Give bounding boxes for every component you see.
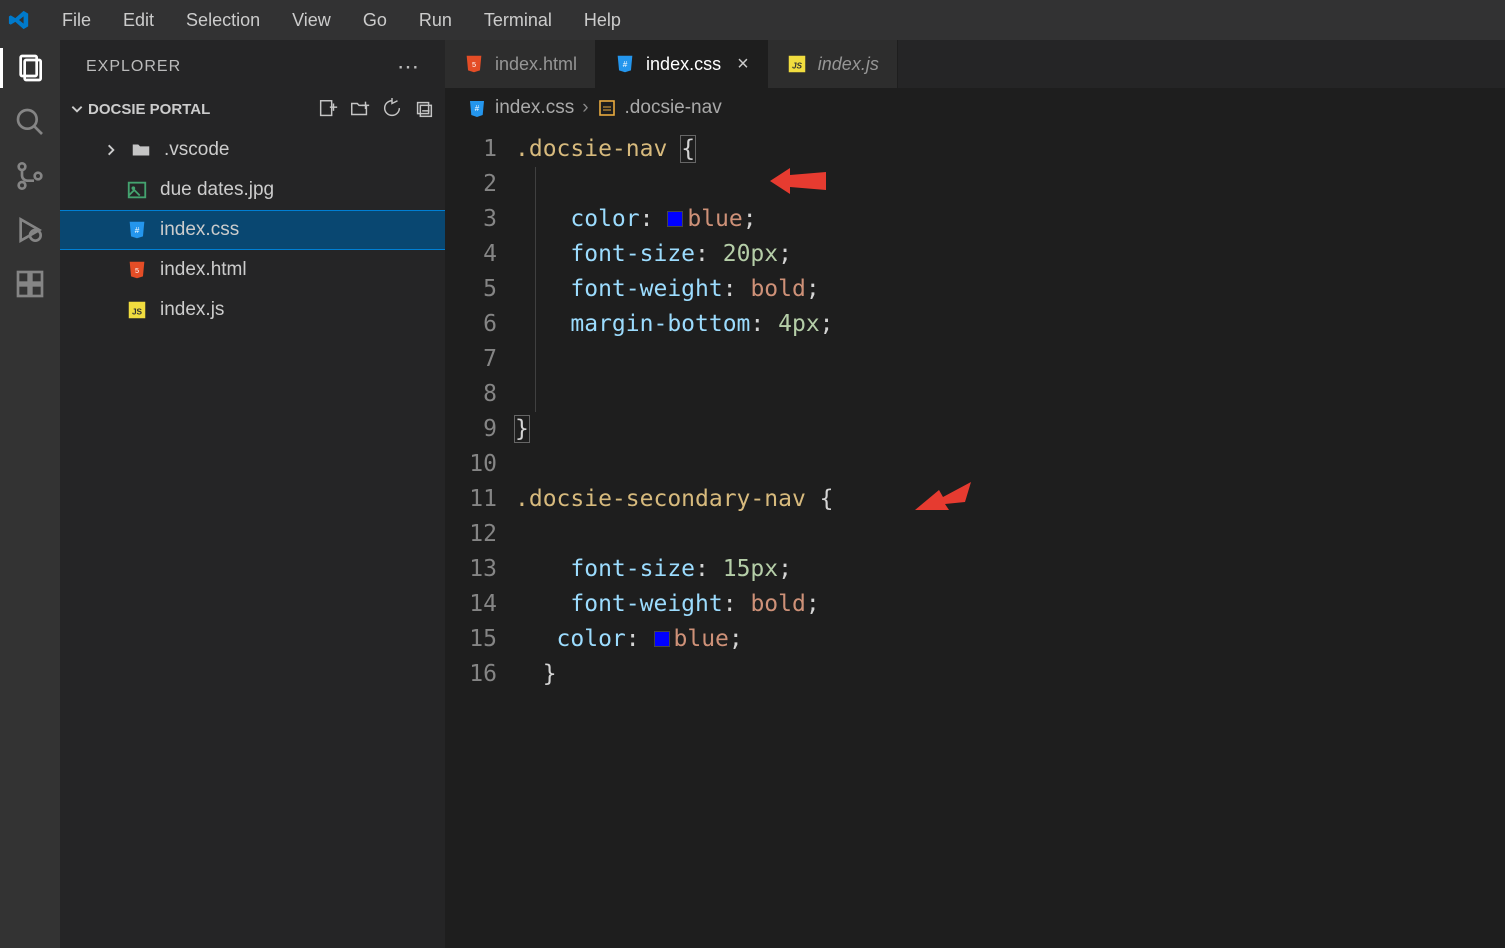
menu-file[interactable]: File — [48, 4, 105, 37]
tree-item-index-css[interactable]: # index.css — [60, 210, 445, 250]
tab-label: index.css — [646, 54, 721, 75]
code: .docsie-nav { color: blue; font-size: 20… — [515, 132, 1505, 948]
menu-edit[interactable]: Edit — [109, 4, 168, 37]
chevron-down-icon — [70, 102, 84, 116]
vscode-logo-icon — [8, 9, 30, 31]
refresh-icon[interactable] — [381, 98, 403, 120]
run-debug-icon[interactable] — [14, 214, 46, 246]
menu-run[interactable]: Run — [405, 4, 466, 37]
svg-text:#: # — [475, 104, 480, 113]
folder-header[interactable]: DOCSIE PORTAL — [60, 94, 445, 124]
svg-text:JS: JS — [132, 308, 143, 317]
svg-text:#: # — [623, 60, 628, 69]
tree-item-due-dates-jpg[interactable]: due dates.jpg — [60, 170, 445, 210]
close-icon[interactable]: × — [737, 53, 749, 76]
svg-text:JS: JS — [792, 62, 803, 71]
file-label: .vscode — [164, 139, 229, 161]
menu-terminal[interactable]: Terminal — [470, 4, 566, 37]
tree-item-index-js[interactable]: JS index.js — [60, 290, 445, 330]
source-control-icon[interactable] — [14, 160, 46, 192]
sidebar-title: EXPLORER — [86, 58, 181, 76]
editor-area: 5 index.html # index.css × JS index.js # index… — [445, 40, 1505, 948]
menu-selection[interactable]: Selection — [172, 4, 274, 37]
menu-view[interactable]: View — [278, 4, 345, 37]
code-editor[interactable]: 12345678910111213141516 .docsie-nav { co… — [445, 128, 1505, 948]
chevron-right-icon — [104, 143, 118, 157]
more-actions-icon[interactable]: ⋯ — [397, 54, 419, 80]
collapse-all-icon[interactable] — [413, 98, 435, 120]
folder-name: DOCSIE PORTAL — [88, 101, 210, 118]
tabs: 5 index.html # index.css × JS index.js — [445, 40, 1505, 88]
file-label: due dates.jpg — [160, 179, 274, 201]
sidebar: EXPLORER ⋯ DOCSIE PORTAL .vscode due date… — [60, 40, 445, 948]
extensions-icon[interactable] — [14, 268, 46, 300]
annotation-arrow-1-icon — [770, 164, 826, 198]
tab-index-css[interactable]: # index.css × — [596, 40, 768, 88]
breadcrumb-symbol: .docsie-nav — [625, 97, 722, 119]
chevron-right-icon: › — [582, 97, 588, 119]
breadcrumb-file: index.css — [495, 97, 574, 119]
new-folder-icon[interactable] — [349, 98, 371, 120]
annotation-arrow-2-icon — [915, 482, 971, 516]
new-file-icon[interactable] — [317, 98, 339, 120]
file-label: index.html — [160, 259, 247, 281]
menu-go[interactable]: Go — [349, 4, 401, 37]
svg-text:5: 5 — [135, 266, 139, 275]
gutter: 12345678910111213141516 — [445, 132, 515, 948]
symbol-icon — [597, 98, 617, 118]
menu-help[interactable]: Help — [570, 4, 635, 37]
file-tree: .vscode due dates.jpg # index.css 5 index.htm… — [60, 124, 445, 330]
search-icon[interactable] — [14, 106, 46, 138]
file-label: index.js — [160, 299, 224, 321]
css-file-icon: # — [467, 98, 487, 118]
tab-label: index.html — [495, 54, 577, 75]
tab-label: index.js — [818, 54, 879, 75]
explorer-icon[interactable] — [14, 52, 46, 84]
activity-bar — [0, 40, 60, 948]
svg-text:5: 5 — [472, 60, 476, 69]
menubar: FileEditSelectionViewGoRunTerminalHelp — [0, 0, 1505, 40]
tab-index-html[interactable]: 5 index.html — [445, 40, 596, 88]
breadcrumbs[interactable]: # index.css › .docsie-nav — [445, 88, 1505, 128]
tab-index-js[interactable]: JS index.js — [768, 40, 898, 88]
tree-item--vscode[interactable]: .vscode — [60, 130, 445, 170]
file-label: index.css — [160, 219, 239, 241]
svg-text:#: # — [135, 226, 140, 235]
tree-item-index-html[interactable]: 5 index.html — [60, 250, 445, 290]
